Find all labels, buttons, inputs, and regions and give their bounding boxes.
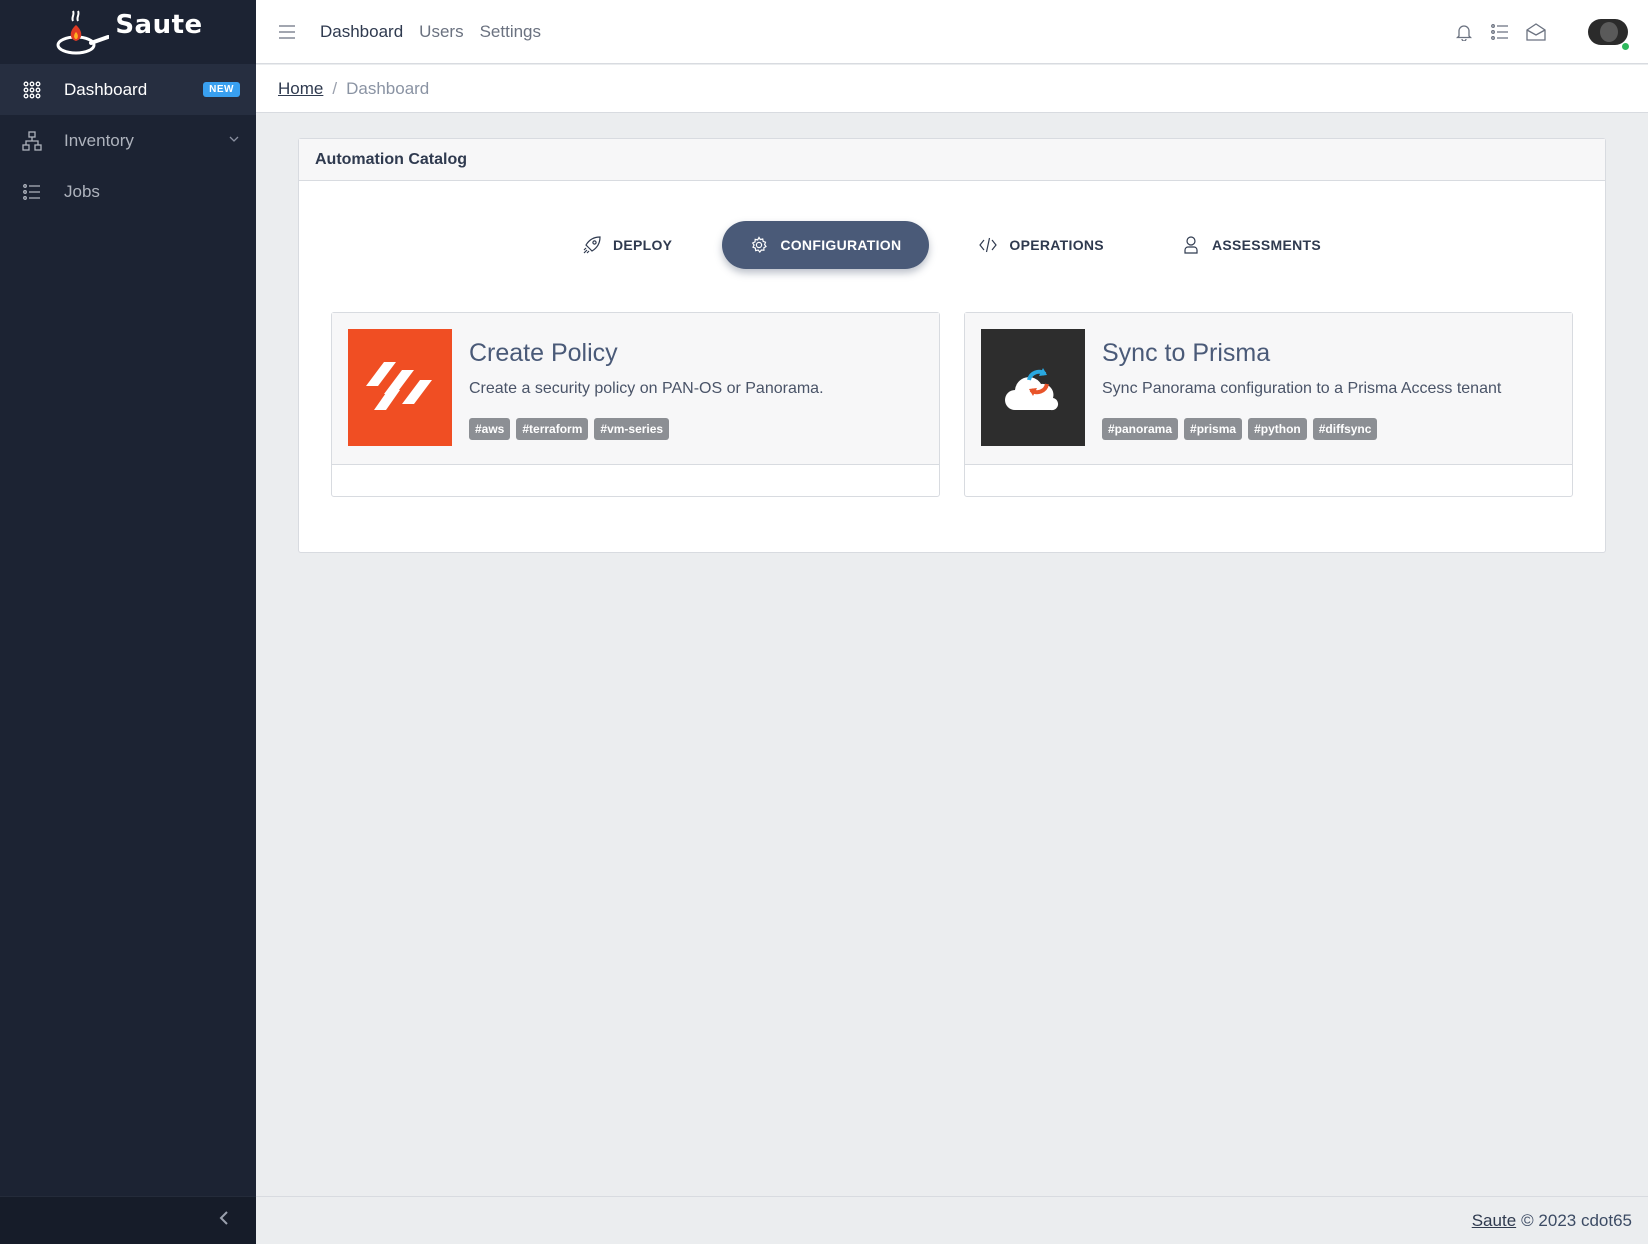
tab-label: ASSESSMENTS (1211, 237, 1322, 253)
sitemap-icon (22, 130, 42, 151)
footer-copyright: © 2023 cdot65 (1521, 1210, 1632, 1230)
chevron-down-icon (228, 133, 240, 148)
tab-assessments[interactable]: ASSESSMENTS (1154, 221, 1349, 269)
breadcrumb-home-link[interactable]: Home (278, 79, 323, 99)
catalog-item-body: Create Policy Create a security policy o… (332, 313, 939, 465)
envelope-open-icon[interactable] (1526, 22, 1546, 42)
catalog-tabs: DEPLOY CONFIGURATION OPERATIONS ASSESSME… (299, 221, 1605, 269)
sidebar-item-label: Dashboard (64, 79, 148, 99)
catalog-item-title: Sync to Prisma (1102, 339, 1271, 367)
catalog-item-text: Create Policy Create a security policy o… (469, 339, 923, 440)
catalog-item-create-policy[interactable]: Create Policy Create a security policy o… (331, 312, 940, 497)
rocket-icon (583, 236, 601, 254)
card-title: Automation Catalog (299, 139, 1605, 181)
tab-deploy[interactable]: DEPLOY (555, 221, 700, 269)
footer-brand-link[interactable]: Saute (1472, 1211, 1516, 1231)
tag[interactable]: #diffsync (1312, 418, 1378, 440)
header-link-users[interactable]: Users (419, 22, 463, 42)
tab-configuration[interactable]: CONFIGURATION (722, 221, 930, 269)
tab-operations[interactable]: OPERATIONS (951, 221, 1132, 269)
tag-list: #panorama #prisma #python #diffsync (1102, 418, 1556, 440)
breadcrumb: Home / Dashboard (256, 65, 1648, 113)
header-nav: Dashboard Users Settings (320, 22, 541, 42)
breadcrumb-separator: / (332, 78, 338, 98)
apps-grid-icon (22, 80, 42, 100)
saute-pan-logo (53, 7, 111, 57)
user-icon (1182, 236, 1200, 254)
tag[interactable]: #vm-series (594, 418, 670, 440)
code-icon (979, 236, 998, 254)
sidebar-toggler[interactable] (0, 1196, 256, 1244)
catalog-item-description: Create a security policy on PAN-OS or Pa… (469, 380, 824, 397)
header-actions (1454, 18, 1630, 51)
tag[interactable]: #aws (469, 418, 511, 440)
catalog-item-title: Create Policy (469, 339, 618, 367)
online-status-dot (1621, 41, 1630, 51)
paloalto-logo (348, 329, 452, 446)
tag[interactable]: #python (1248, 418, 1307, 440)
sidebar-item-inventory[interactable]: Inventory (0, 115, 256, 166)
brand-name: Saute (115, 10, 203, 40)
catalog-item-text: Sync to Prisma Sync Panorama configurati… (1102, 339, 1556, 440)
breadcrumb-current: Dashboard (346, 78, 430, 98)
tag[interactable]: #panorama (1102, 418, 1179, 440)
sidebar-item-label: Jobs (64, 181, 100, 201)
bell-icon[interactable] (1454, 22, 1474, 42)
chevron-left-icon (218, 1211, 230, 1230)
catalog-item-body: Sync to Prisma Sync Panorama configurati… (965, 313, 1572, 465)
tab-label: CONFIGURATION (780, 237, 902, 253)
sidebar-item-dashboard[interactable]: Dashboard NEW (0, 64, 256, 115)
brand[interactable]: Saute (0, 0, 256, 64)
sidebar-item-label: Inventory (64, 130, 134, 150)
sidebar-item-jobs[interactable]: Jobs (0, 166, 256, 217)
tab-label: DEPLOY (612, 237, 673, 253)
user-avatar[interactable] (1588, 18, 1630, 51)
header-link-dashboard[interactable]: Dashboard (320, 22, 403, 42)
new-badge: NEW (203, 82, 240, 97)
sidebar: Saute Dashboard NEW Inventory Jobs (0, 0, 256, 1244)
top-header: Dashboard Users Settings (256, 0, 1648, 64)
gear-icon (750, 236, 768, 254)
tag[interactable]: #prisma (1184, 418, 1243, 440)
cloud-sync-icon (981, 329, 1085, 446)
tag[interactable]: #terraform (516, 418, 589, 440)
tag-list: #aws #terraform #vm-series (469, 418, 923, 440)
avatar-image (1600, 21, 1618, 42)
list-icon (22, 182, 42, 202)
header-link-settings[interactable]: Settings (480, 22, 541, 42)
footer: Saute © 2023 cdot65 (256, 1196, 1648, 1244)
sidebar-nav: Dashboard NEW Inventory Jobs (0, 64, 256, 217)
automation-catalog-card: Automation Catalog DEPLOY CONFIGURATION (298, 138, 1606, 553)
hamburger-menu-icon[interactable] (276, 21, 298, 43)
catalog-item-description: Sync Panorama configuration to a Prisma … (1102, 380, 1502, 397)
tab-label: OPERATIONS (1009, 237, 1104, 253)
catalog-item-sync-to-prisma[interactable]: Sync to Prisma Sync Panorama configurati… (964, 312, 1573, 497)
task-list-icon[interactable] (1490, 22, 1510, 42)
